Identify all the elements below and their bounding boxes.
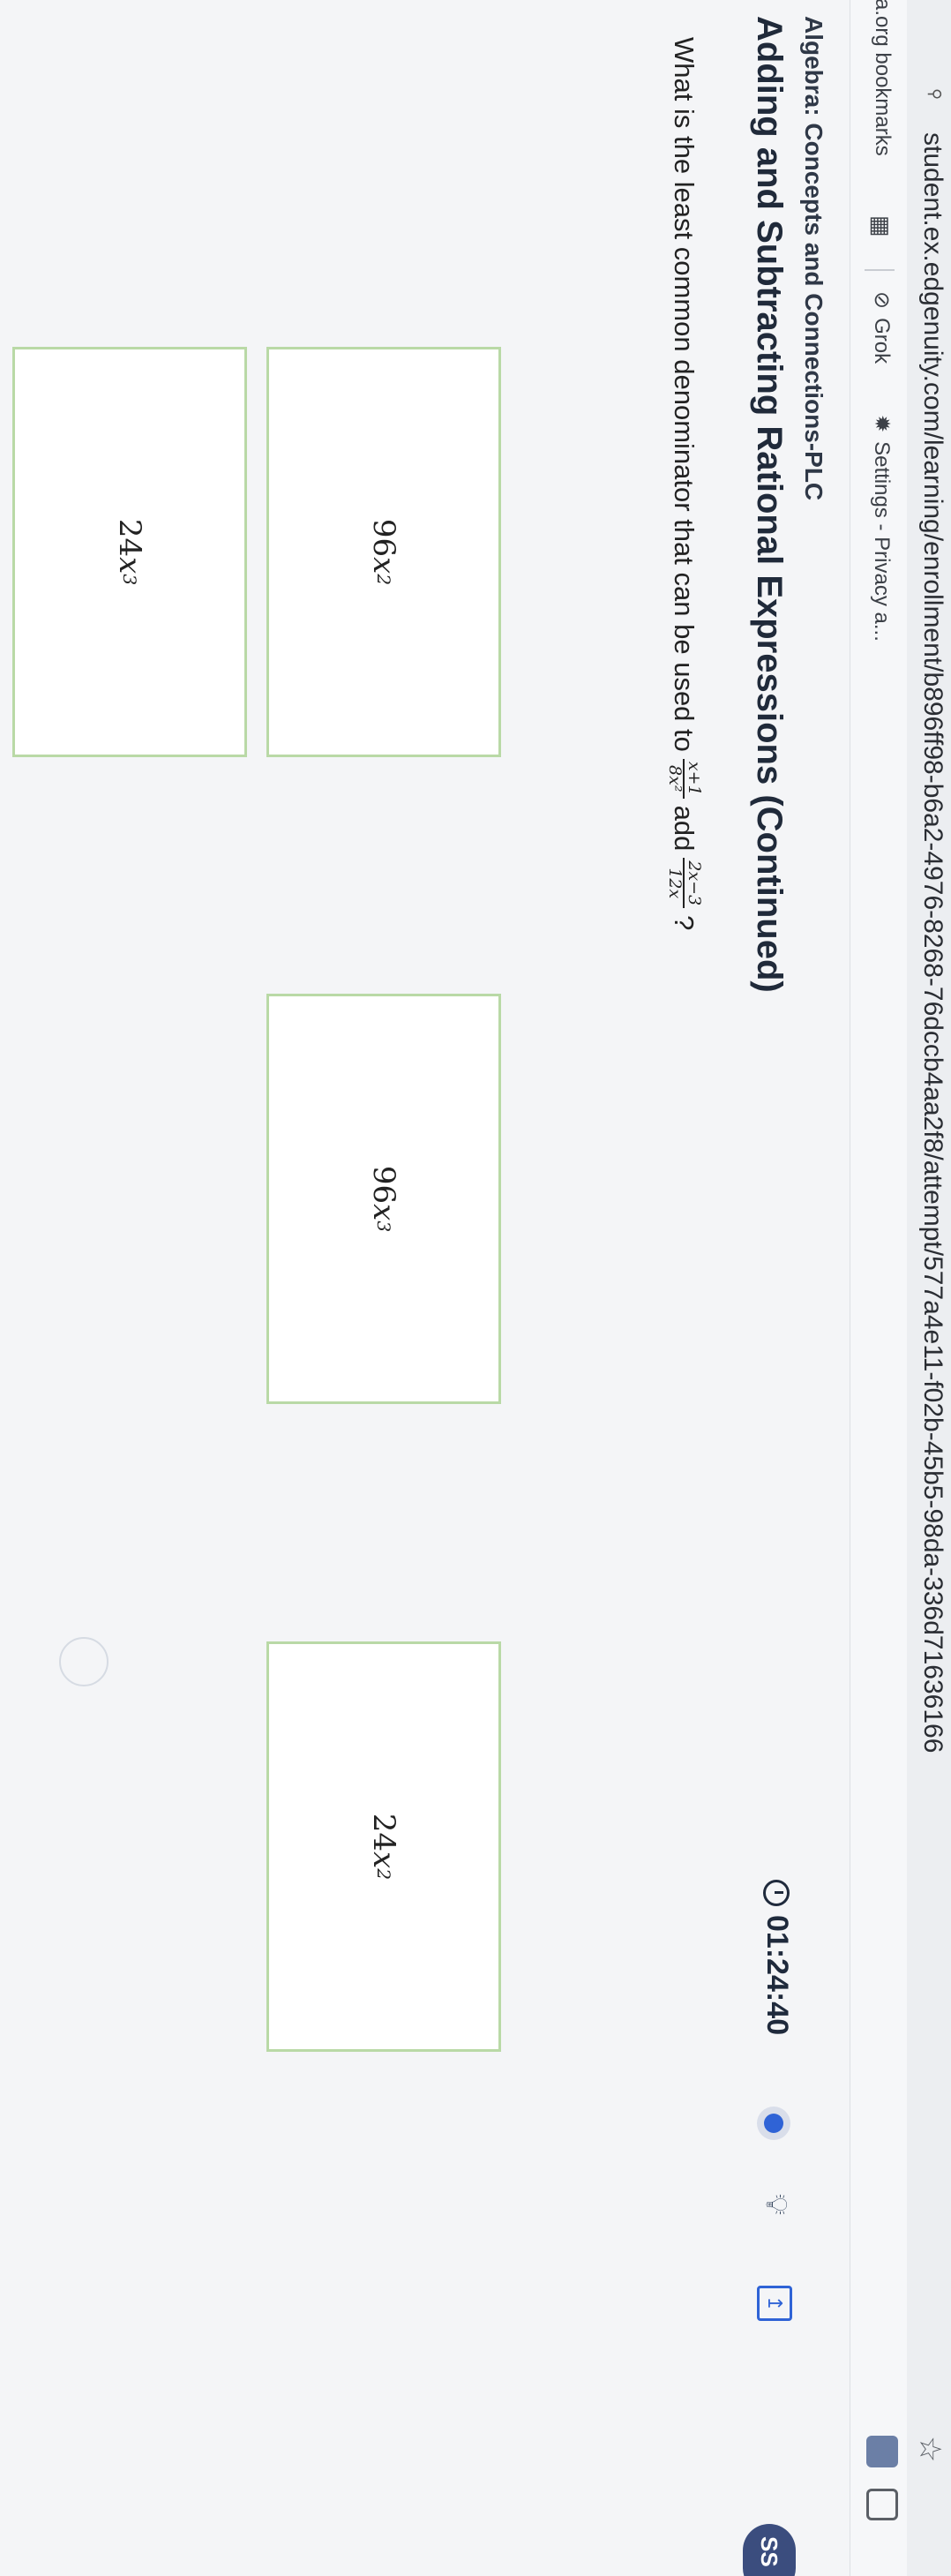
bookmark-grok[interactable]: ⊘ Grok: [869, 291, 895, 364]
lightbulb-hint-icon[interactable]: 💡︎: [757, 2189, 796, 2220]
bookmarks-divider: [865, 269, 895, 271]
fraction-2: 2x−3 12x: [665, 858, 704, 909]
gear-icon: ✹: [870, 415, 894, 433]
text-to-speech-icon[interactable]: ↥: [757, 2286, 792, 2321]
answer-choice-4[interactable]: 24 x 2: [266, 1641, 501, 2052]
answer-coefficient: 24: [366, 1813, 401, 1852]
answer-exponent: 3: [373, 1220, 394, 1233]
address-bar[interactable]: ⚲ student.ex.edgenuity.com/learning/enro…: [906, 0, 951, 2576]
selection-radio[interactable]: [59, 1637, 109, 1686]
progress-indicator: [764, 2114, 783, 2133]
site-info-icon[interactable]: ⚲: [926, 88, 944, 108]
question-mark: ?: [669, 915, 700, 931]
bookmark-star-icon[interactable]: ☆: [912, 2436, 947, 2462]
fraction-1-numerator: x+1: [683, 758, 704, 799]
answer-exponent: 3: [119, 574, 140, 586]
grok-icon: ⊘: [870, 291, 894, 310]
answer-choice-3[interactable]: 96 x 3: [266, 994, 501, 1404]
lesson-title: Adding and Subtracting Rational Expressi…: [750, 16, 789, 993]
timer: 01:24:40: [760, 1880, 794, 2035]
extension-icon[interactable]: [866, 2436, 898, 2467]
user-badge[interactable]: SS: [743, 2524, 796, 2576]
bookmark-label: Settings - Privacy a...: [870, 441, 894, 642]
answer-coefficient: 96: [366, 518, 401, 558]
answer-coefficient: 24: [112, 518, 147, 558]
timer-icon: [763, 1880, 790, 1906]
bookmark-label: Grok: [870, 318, 894, 364]
bookmarks-bar: a.org bookmarks ▦ ⊘ Grok ✹ Settings - Priv…: [850, 0, 907, 2576]
answer-exponent: 2: [373, 574, 394, 586]
page: ⚲ student.ex.edgenuity.com/learning/enro…: [0, 0, 951, 2576]
timer-value: 01:24:40: [760, 1915, 794, 2036]
fraction-1: x+1 8x²: [665, 758, 704, 799]
bookmark-item[interactable]: a.org bookmarks: [870, 0, 895, 156]
question-connector: add: [669, 805, 700, 852]
extension-puzzle-icon[interactable]: [866, 2489, 898, 2520]
answer-choice-1[interactable]: 96 x 2: [266, 347, 501, 757]
bookmark-settings[interactable]: ✹ Settings - Privacy a...: [869, 415, 895, 642]
apps-grid-icon[interactable]: ▦: [867, 215, 895, 237]
answer-coefficient: 96: [366, 1165, 401, 1205]
answer-variable: x: [366, 557, 401, 575]
fraction-2-numerator: 2x−3: [683, 858, 704, 909]
fraction-2-denominator: 12x: [665, 867, 685, 899]
answer-variable: x: [366, 1851, 401, 1869]
answer-choice-2[interactable]: 24 x 3: [12, 347, 247, 757]
fraction-1-denominator: 8x²: [665, 765, 685, 792]
url-text[interactable]: student.ex.edgenuity.com/learning/enroll…: [917, 132, 947, 1753]
answer-variable: x: [112, 557, 147, 575]
question-prompt: What is the least common denominator tha…: [665, 37, 704, 931]
question-text: What is the least common denominator tha…: [669, 37, 700, 752]
answer-exponent: 2: [373, 1868, 394, 1881]
course-title: Algebra: Concepts and Connections-PLC: [800, 16, 827, 501]
answer-variable: x: [366, 1204, 401, 1221]
